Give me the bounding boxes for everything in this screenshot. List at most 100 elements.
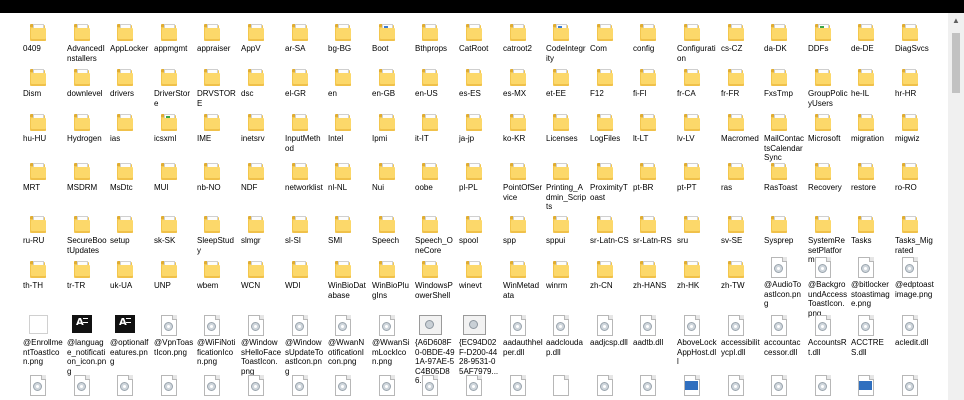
folder-item[interactable]: ras	[715, 159, 757, 193]
folder-item[interactable]: config	[627, 20, 669, 54]
folder-item[interactable]: en	[322, 65, 364, 99]
folder-item[interactable]: Speech	[366, 212, 408, 246]
folder-item[interactable]: nb-NO	[191, 159, 233, 193]
file-item[interactable]	[279, 375, 321, 398]
folder-item[interactable]: PointOfService	[497, 159, 542, 202]
folder-item[interactable]: CatRoot	[453, 20, 495, 54]
folder-item[interactable]: zh-HK	[671, 257, 713, 291]
folder-item[interactable]: lt-LT	[627, 110, 669, 144]
folder-item[interactable]: wbem	[191, 257, 233, 291]
folder-item[interactable]: appmgmt	[148, 20, 190, 54]
file-item[interactable]	[235, 375, 277, 398]
folder-item[interactable]: sru	[671, 212, 713, 246]
file-item[interactable]: @optionalfeatures.png	[104, 315, 148, 367]
folder-item[interactable]: ko-KR	[497, 110, 539, 144]
file-item[interactable]: AccountsRt.dll	[802, 315, 847, 357]
file-item[interactable]: @VpnToastIcon.png	[148, 315, 193, 357]
folder-item[interactable]: icsxml	[148, 110, 190, 144]
folder-item[interactable]: migwiz	[889, 110, 931, 144]
folder-item[interactable]: dsc	[235, 65, 277, 99]
folder-item[interactable]: InputMethod	[279, 110, 321, 153]
file-item[interactable]: @BackgroundAccessToastIcon.png	[802, 257, 847, 318]
folder-item[interactable]: Boot	[366, 20, 408, 54]
folder-item[interactable]: MSDRM	[61, 159, 103, 193]
file-item[interactable]	[322, 375, 364, 398]
folder-item[interactable]: WinBioPlugIns	[366, 257, 409, 300]
folder-item[interactable]: AppV	[235, 20, 277, 54]
folder-item[interactable]: Bthprops	[409, 20, 451, 54]
file-item[interactable]: {EC94D02F-D200-4428-9531-05AF7979...	[453, 315, 498, 376]
folder-item[interactable]: AdvancedInstallers	[61, 20, 105, 63]
file-item[interactable]	[845, 375, 887, 398]
folder-item[interactable]: catroot2	[497, 20, 539, 54]
folder-item[interactable]: pt-BR	[627, 159, 669, 193]
file-item[interactable]: aadjcsp.dll	[584, 315, 628, 348]
folder-item[interactable]: sr-Latn-CS	[584, 212, 629, 246]
file-item[interactable]: ACCTRES.dll	[845, 315, 887, 357]
folder-item[interactable]: WindowsPowerShell	[409, 257, 453, 300]
file-item[interactable]	[715, 375, 757, 398]
folder-item[interactable]: winevt	[453, 257, 495, 291]
folder-item[interactable]: sppui	[540, 212, 582, 246]
folder-item[interactable]: sv-SE	[715, 212, 757, 246]
folder-item[interactable]: sl-SI	[279, 212, 321, 246]
folder-item[interactable]: DDFs	[802, 20, 844, 54]
folder-item[interactable]: MRT	[17, 159, 59, 193]
folder-item[interactable]: FxsTmp	[758, 65, 800, 99]
folder-item[interactable]: ro-RO	[889, 159, 931, 193]
folder-item[interactable]: MailContactsCalendarSync	[758, 110, 804, 163]
folder-item[interactable]: winrm	[540, 257, 582, 291]
folder-item[interactable]: MUI	[148, 159, 190, 193]
folder-item[interactable]: Macromed	[715, 110, 759, 144]
folder-item[interactable]: downlevel	[61, 65, 103, 99]
folder-item[interactable]: cs-CZ	[715, 20, 757, 54]
file-item[interactable]	[191, 375, 233, 398]
folder-item[interactable]: zh-HANS	[627, 257, 669, 291]
folder-item[interactable]: spp	[497, 212, 539, 246]
folder-item[interactable]: GroupPolicyUsers	[802, 65, 848, 108]
file-item[interactable]: aadauthhelper.dll	[497, 315, 543, 357]
folder-item[interactable]: oobe	[409, 159, 451, 193]
folder-item[interactable]: AppLocker	[104, 20, 148, 54]
folder-item[interactable]: fi-FI	[627, 65, 669, 99]
folder-item[interactable]: appraiser	[191, 20, 233, 54]
file-item[interactable]	[148, 375, 190, 398]
folder-item[interactable]: el-GR	[279, 65, 321, 99]
folder-item[interactable]: Hydrogen	[61, 110, 103, 144]
folder-item[interactable]: en-GB	[366, 65, 408, 99]
file-item[interactable]: aadtb.dll	[627, 315, 669, 348]
folder-item[interactable]: bg-BG	[322, 20, 364, 54]
folder-item[interactable]: Nui	[366, 159, 408, 193]
folder-item[interactable]: pt-PT	[671, 159, 713, 193]
file-item[interactable]: @WwanNotificationIcon.png	[322, 315, 364, 367]
file-item[interactable]	[497, 375, 539, 398]
folder-item[interactable]: tr-TR	[61, 257, 103, 291]
folder-item[interactable]: Com	[584, 20, 626, 54]
folder-item[interactable]: IME	[191, 110, 233, 144]
folder-item[interactable]: nl-NL	[322, 159, 364, 193]
folder-item[interactable]: SecureBootUpdates	[61, 212, 107, 255]
folder-item[interactable]: he-IL	[845, 65, 887, 99]
file-item[interactable]	[627, 375, 669, 398]
scroll-thumb[interactable]	[952, 33, 960, 93]
folder-item[interactable]: Tasks	[845, 212, 887, 246]
folder-item[interactable]: ja-jp	[453, 110, 495, 144]
file-item[interactable]	[453, 375, 495, 398]
folder-item[interactable]: ru-RU	[17, 212, 59, 246]
folder-item[interactable]: fr-CA	[671, 65, 713, 99]
folder-item[interactable]: restore	[845, 159, 887, 193]
vertical-scrollbar[interactable]: ▲	[948, 13, 964, 400]
folder-item[interactable]: ProximityToast	[584, 159, 628, 202]
folder-item[interactable]: ias	[104, 110, 146, 144]
file-item[interactable]	[540, 375, 582, 398]
file-item[interactable]	[671, 375, 713, 398]
folder-item[interactable]: WDI	[279, 257, 321, 291]
folder-item[interactable]: de-DE	[845, 20, 887, 54]
folder-item[interactable]: hr-HR	[889, 65, 931, 99]
folder-item[interactable]: DriverStore	[148, 65, 190, 108]
folder-item[interactable]: spool	[453, 212, 495, 246]
folder-item[interactable]: lv-LV	[671, 110, 713, 144]
folder-item[interactable]: F12	[584, 65, 626, 99]
file-item[interactable]: @language_notification_icon.png	[61, 315, 106, 376]
file-item[interactable]: @bitlockerstoastimage.png	[845, 257, 890, 309]
